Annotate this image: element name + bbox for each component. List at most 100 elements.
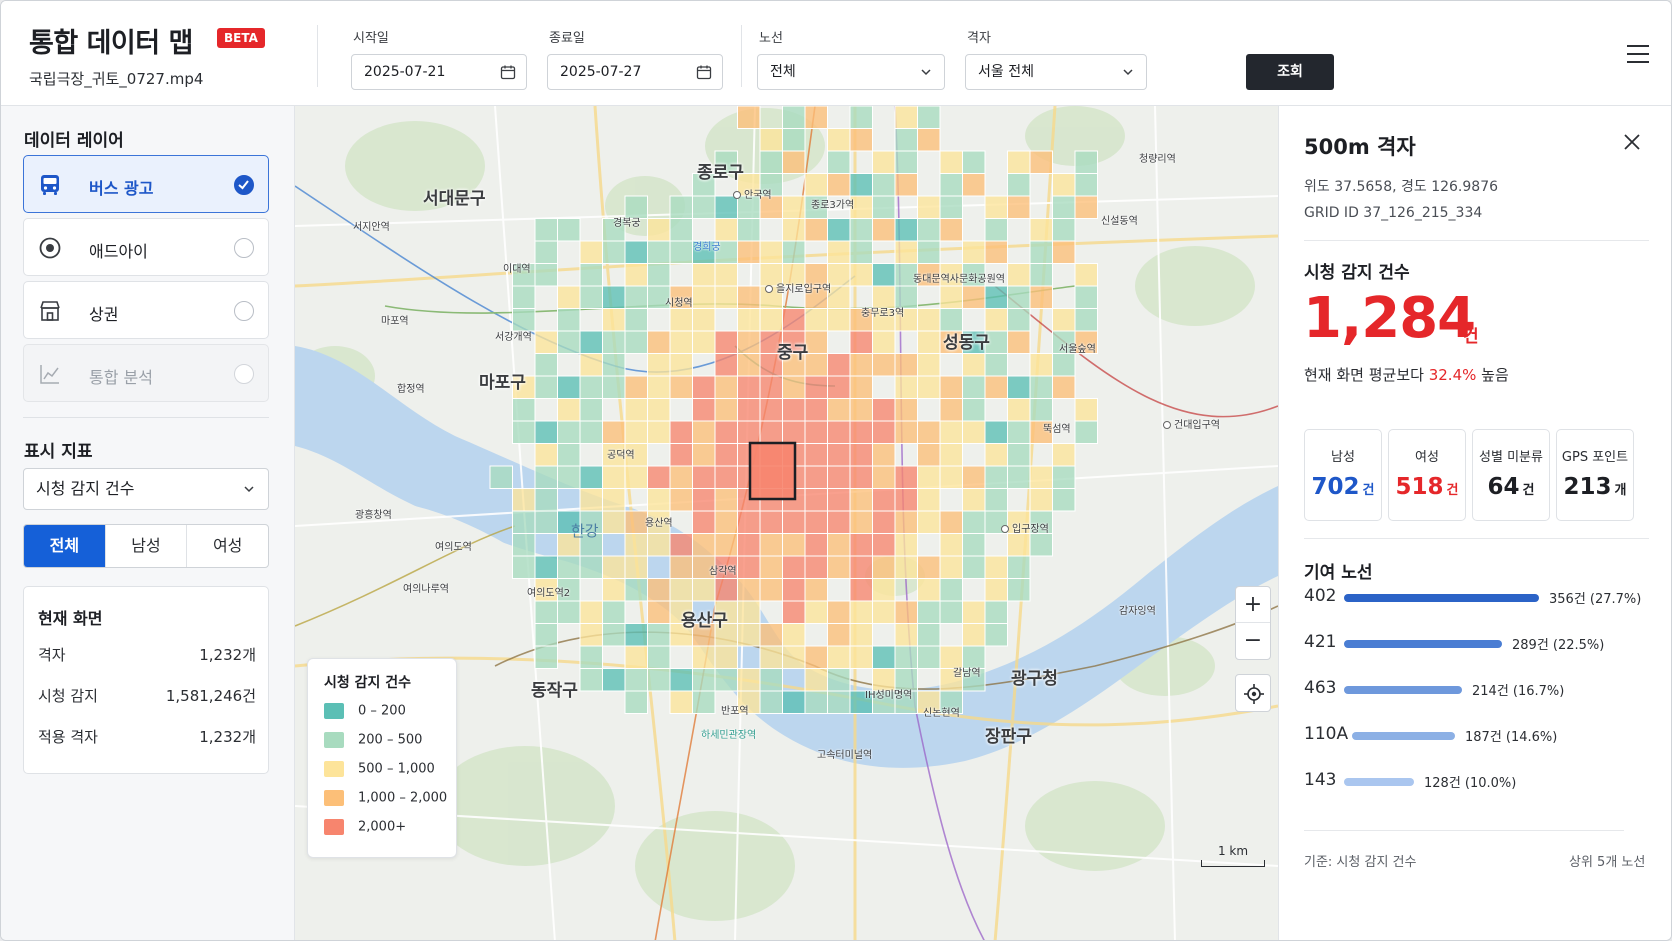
heatmap-cell[interactable] (692, 285, 716, 309)
heatmap-cell[interactable] (714, 578, 738, 602)
heatmap-cell[interactable] (917, 218, 941, 242)
heatmap-cell[interactable] (759, 240, 783, 264)
heatmap-cell[interactable] (534, 263, 558, 287)
heatmap-cell[interactable] (602, 353, 626, 377)
heatmap-cell[interactable] (602, 375, 626, 399)
heatmap-cell[interactable] (827, 623, 851, 647)
heatmap-cell[interactable] (939, 375, 963, 399)
zoom-in-button[interactable]: + (1236, 587, 1270, 623)
heatmap-cell[interactable] (917, 488, 941, 512)
heatmap-cell[interactable] (804, 510, 828, 534)
heatmap-cell[interactable] (917, 353, 941, 377)
heatmap-cell[interactable] (984, 285, 1008, 309)
heatmap-cell[interactable] (962, 173, 986, 197)
heatmap-cell[interactable] (579, 488, 603, 512)
heatmap-cell[interactable] (1052, 465, 1076, 489)
heatmap-cell[interactable] (579, 240, 603, 264)
heatmap-cell[interactable] (849, 578, 873, 602)
heatmap-cell[interactable] (602, 510, 626, 534)
heatmap-cell[interactable] (804, 488, 828, 512)
heatmap-cell[interactable] (624, 645, 648, 669)
heatmap-cell[interactable] (759, 623, 783, 647)
heatmap-cell[interactable] (962, 375, 986, 399)
heatmap-cell[interactable] (737, 623, 761, 647)
heatmap-cell[interactable] (647, 375, 671, 399)
heatmap-cell[interactable] (1007, 578, 1031, 602)
heatmap-cell[interactable] (512, 420, 536, 444)
heatmap-cell[interactable] (737, 668, 761, 692)
heatmap-cell[interactable] (737, 218, 761, 242)
segment-all[interactable]: 전체 (24, 525, 106, 567)
heatmap-cell[interactable] (894, 510, 918, 534)
heatmap-cell[interactable] (1029, 375, 1053, 399)
heatmap-cell[interactable] (1029, 398, 1053, 422)
radio-button[interactable] (234, 238, 254, 258)
heatmap-cell[interactable] (939, 578, 963, 602)
heatmap-cell[interactable] (534, 353, 558, 377)
heatmap-cell[interactable] (602, 488, 626, 512)
heatmap-cell[interactable] (647, 623, 671, 647)
heatmap-cell[interactable] (669, 240, 693, 264)
heatmap-cell[interactable] (759, 510, 783, 534)
heatmap-cell[interactable] (602, 308, 626, 332)
heatmap-cell[interactable] (939, 465, 963, 489)
heatmap-cell[interactable] (692, 308, 716, 332)
end-date-input[interactable]: 2025-07-27 (547, 54, 723, 90)
heatmap-cell[interactable] (714, 398, 738, 422)
heatmap-cell[interactable] (1007, 308, 1031, 332)
heatmap-cell[interactable] (534, 488, 558, 512)
heatmap-cell[interactable] (894, 106, 918, 129)
heatmap-cell[interactable] (1029, 218, 1053, 242)
heatmap-cell[interactable] (804, 353, 828, 377)
heatmap-cell[interactable] (737, 330, 761, 354)
heatmap-cell[interactable] (512, 555, 536, 579)
close-icon[interactable] (1623, 133, 1641, 151)
heatmap-cell[interactable] (804, 668, 828, 692)
heatmap-cell[interactable] (804, 443, 828, 467)
heatmap-cell[interactable] (984, 443, 1008, 467)
heatmap-cell[interactable] (939, 420, 963, 444)
heatmap-cell[interactable] (1074, 173, 1098, 197)
heatmap-cell[interactable] (804, 218, 828, 242)
heatmap-cell[interactable] (512, 285, 536, 309)
heatmap-cell[interactable] (759, 578, 783, 602)
heatmap-cell[interactable] (1074, 263, 1098, 287)
heatmap-cell[interactable] (984, 623, 1008, 647)
heatmap-cell[interactable] (827, 555, 851, 579)
heatmap-cell[interactable] (1052, 375, 1076, 399)
heatmap-cell[interactable] (714, 645, 738, 669)
heatmap-cell[interactable] (894, 533, 918, 557)
heatmap-cell[interactable] (647, 488, 671, 512)
heatmap-cell[interactable] (737, 308, 761, 332)
heatmap-cell[interactable] (939, 218, 963, 242)
heatmap-cell[interactable] (602, 578, 626, 602)
heatmap-cell[interactable] (669, 533, 693, 557)
heatmap-cell[interactable] (804, 375, 828, 399)
heatmap-cell[interactable] (1074, 285, 1098, 309)
heatmap-cell[interactable] (849, 488, 873, 512)
heatmap-cell[interactable] (534, 555, 558, 579)
heatmap-cell[interactable] (849, 218, 873, 242)
heatmap-cell[interactable] (557, 555, 581, 579)
heatmap-cell[interactable] (939, 555, 963, 579)
heatmap-cell[interactable] (894, 488, 918, 512)
heatmap-cell[interactable] (917, 375, 941, 399)
heatmap-cell[interactable] (782, 600, 806, 624)
heatmap-cell[interactable] (872, 600, 896, 624)
heatmap-cell[interactable] (894, 555, 918, 579)
heatmap-cell[interactable] (1074, 398, 1098, 422)
heatmap-cell[interactable] (714, 420, 738, 444)
hamburger-menu-icon[interactable] (1627, 45, 1649, 63)
heatmap-cell[interactable] (827, 645, 851, 669)
heatmap-cell[interactable] (759, 308, 783, 332)
heatmap-cell[interactable] (984, 240, 1008, 264)
calendar-icon[interactable] (696, 64, 712, 80)
heatmap-cell[interactable] (962, 555, 986, 579)
heatmap-cell[interactable] (782, 555, 806, 579)
heatmap-cell[interactable] (917, 578, 941, 602)
heatmap-cell[interactable] (827, 398, 851, 422)
heatmap-cell[interactable] (647, 645, 671, 669)
heatmap-cell[interactable] (849, 128, 873, 152)
heatmap-cell[interactable] (737, 420, 761, 444)
heatmap-cell[interactable] (782, 398, 806, 422)
